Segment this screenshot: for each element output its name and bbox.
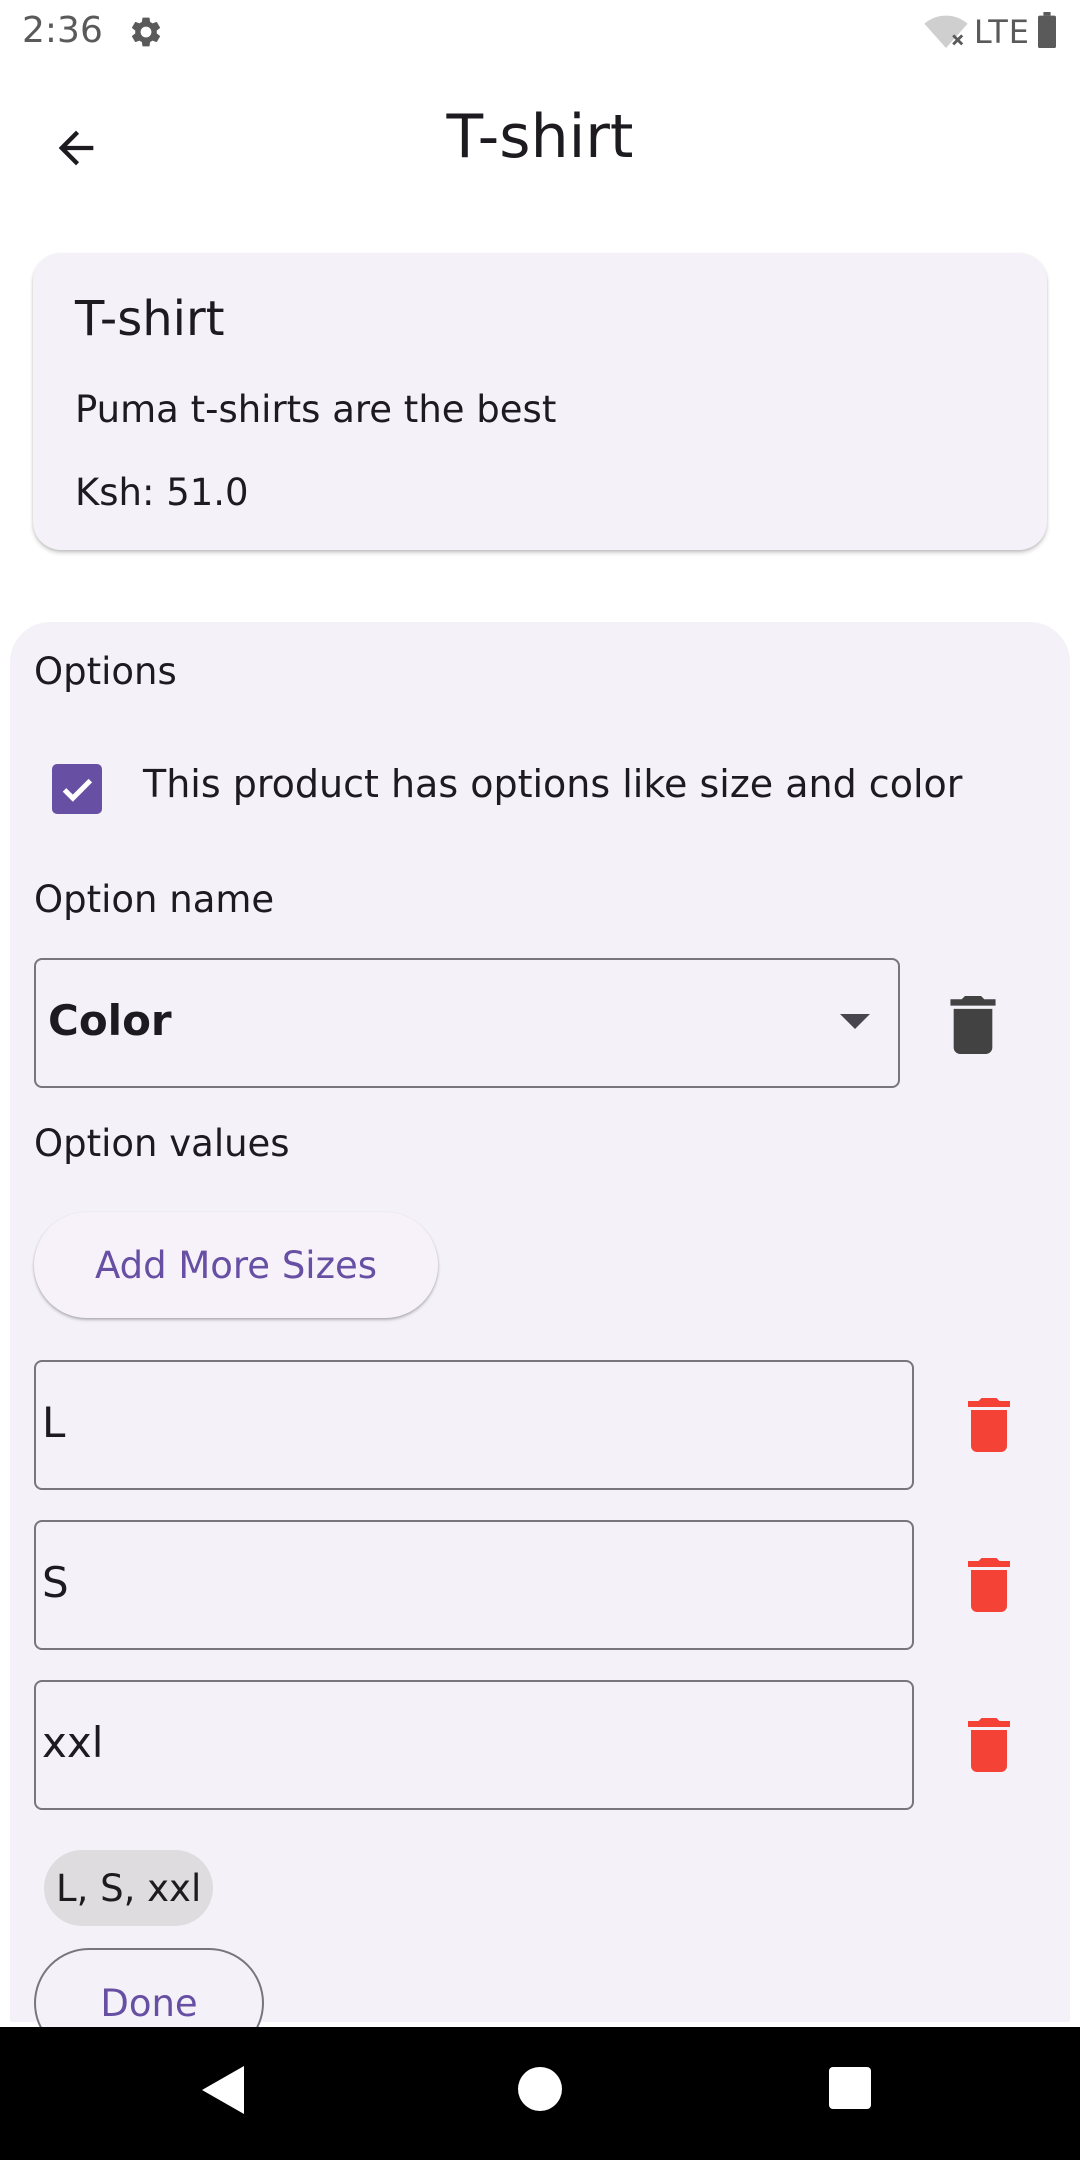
- system-nav-bar: [0, 2027, 1080, 2160]
- option-value-text: xxl: [42, 1718, 104, 1767]
- page-title: T-shirt: [446, 102, 634, 172]
- option-value-field-2[interactable]: S: [34, 1520, 914, 1650]
- nav-back-icon[interactable]: [202, 2066, 244, 2114]
- delete-value-button-2[interactable]: [954, 1550, 1024, 1620]
- trash-icon: [968, 1398, 1010, 1452]
- has-options-checkbox[interactable]: [52, 764, 102, 814]
- has-options-label[interactable]: This product has options like size and c…: [143, 762, 962, 806]
- option-values-summary-chip: L, S, xxl: [44, 1850, 214, 1926]
- settings-gear-icon: [128, 14, 164, 50]
- options-heading: Options: [34, 650, 177, 693]
- product-description: Puma t-shirts are the best: [75, 388, 557, 431]
- product-card: T-shirt Puma t-shirts are the best Ksh: …: [33, 253, 1047, 550]
- option-name-value: Color: [48, 996, 172, 1045]
- option-value-field-3[interactable]: xxl: [34, 1680, 914, 1810]
- option-value-text: L: [42, 1398, 66, 1447]
- options-panel: Options This product has options like si…: [10, 622, 1070, 2058]
- add-more-sizes-button[interactable]: Add More Sizes: [34, 1212, 438, 1318]
- battery-icon: [1036, 12, 1058, 52]
- network-type: LTE: [973, 13, 1030, 51]
- trash-icon: [950, 996, 996, 1054]
- option-value-field-1[interactable]: L: [34, 1360, 914, 1490]
- trash-icon: [968, 1558, 1010, 1612]
- app-bar: T-shirt: [0, 66, 1080, 216]
- product-price: Ksh: 51.0: [75, 471, 249, 514]
- option-value-text: S: [42, 1558, 69, 1607]
- delete-value-button-1[interactable]: [954, 1390, 1024, 1460]
- screen: 2:36 LTE T-shirt T-shirt Puma t-shirts a…: [0, 0, 1080, 2160]
- nav-home-icon[interactable]: [518, 2067, 562, 2111]
- product-name: T-shirt: [75, 291, 225, 347]
- dropdown-arrow-icon: [840, 1014, 870, 1029]
- status-time: 2:36: [22, 10, 103, 51]
- option-name-dropdown[interactable]: Color: [34, 958, 900, 1088]
- delete-option-button[interactable]: [938, 990, 1008, 1060]
- status-icons: LTE: [924, 12, 1058, 52]
- wifi-off-icon: [924, 12, 968, 52]
- trash-icon: [968, 1718, 1010, 1772]
- delete-value-button-3[interactable]: [954, 1710, 1024, 1780]
- check-icon: [62, 778, 93, 802]
- nav-recents-icon[interactable]: [829, 2067, 871, 2109]
- option-values-label: Option values: [34, 1122, 290, 1165]
- status-bar: 2:36 LTE: [0, 0, 1080, 66]
- option-name-label: Option name: [34, 878, 275, 921]
